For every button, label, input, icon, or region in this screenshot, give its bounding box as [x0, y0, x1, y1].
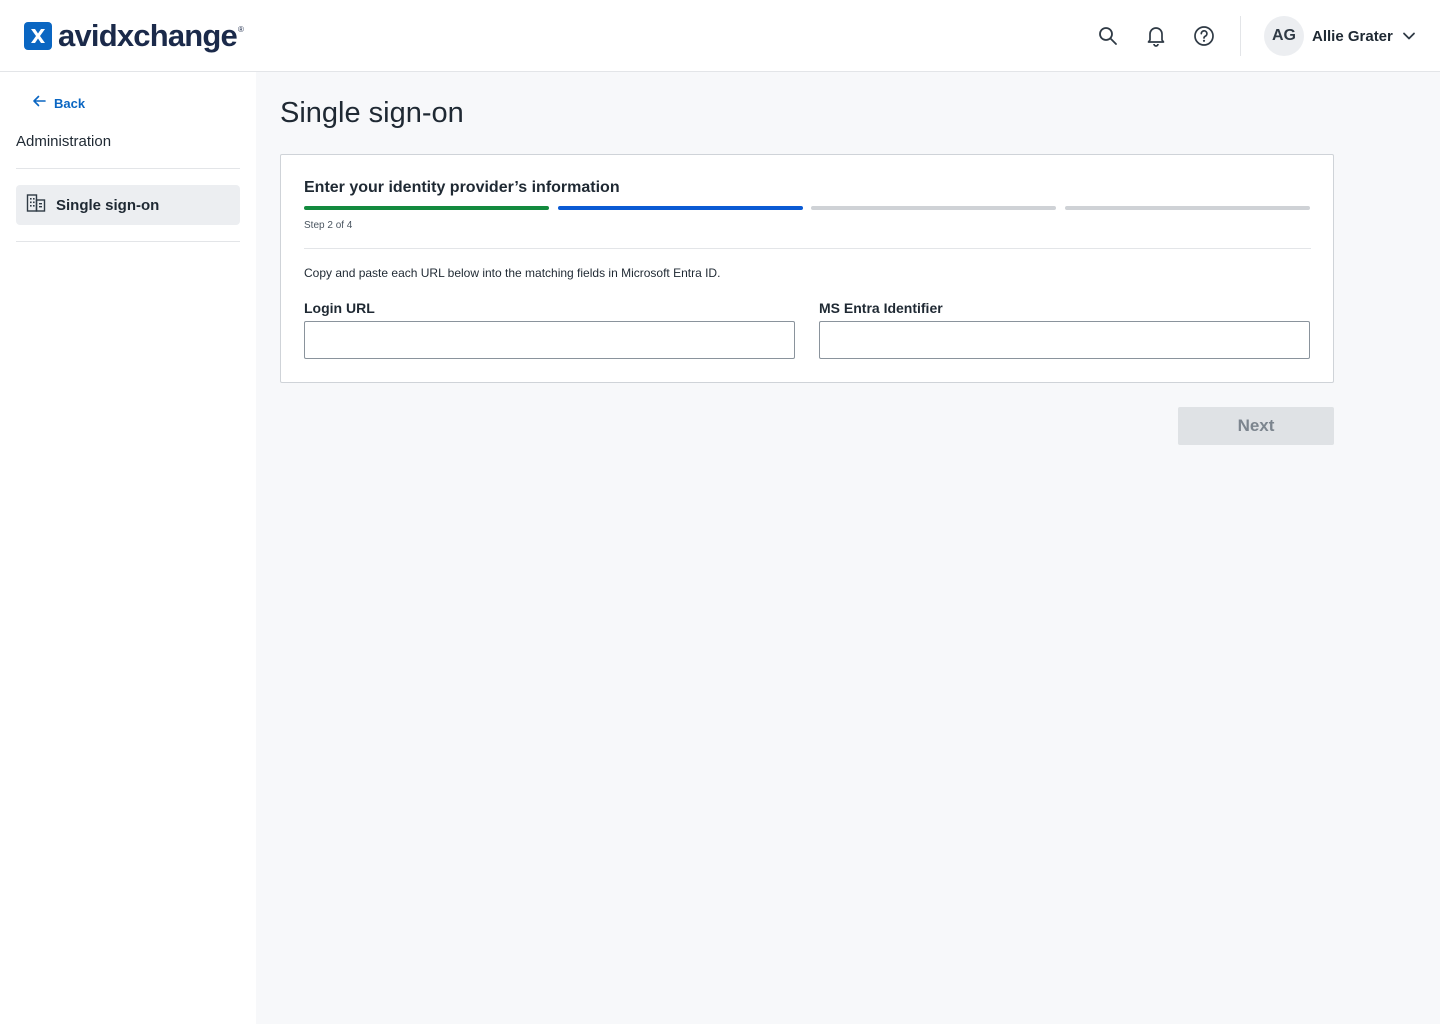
sidebar-item-single-sign-on[interactable]: Single sign-on — [16, 185, 240, 225]
step-4-progress — [1065, 206, 1310, 210]
help-icon[interactable] — [1192, 24, 1216, 48]
logo-registered-mark: ® — [238, 25, 244, 34]
ms-entra-identifier-label: MS Entra Identifier — [819, 300, 943, 316]
ms-entra-identifier-input[interactable] — [819, 321, 1310, 359]
avatar: AG — [1264, 16, 1304, 56]
sidebar-section-title: Administration — [16, 133, 112, 150]
login-url-input[interactable] — [304, 321, 795, 359]
step-2-progress — [558, 206, 803, 210]
sidebar-divider — [16, 168, 240, 169]
arrow-left-icon — [32, 94, 46, 113]
sidebar-item-label: Single sign-on — [56, 196, 160, 214]
header-divider — [1240, 16, 1241, 56]
page-title: Single sign-on — [280, 97, 464, 129]
step-3-progress — [811, 206, 1056, 210]
login-url-label: Login URL — [304, 300, 375, 316]
next-button[interactable]: Next — [1178, 407, 1334, 445]
sso-setup-card: Enter your identity provider’s informati… — [280, 154, 1334, 383]
logo-x-icon — [24, 22, 52, 50]
chevron-down-icon — [1401, 28, 1417, 44]
search-icon[interactable] — [1096, 24, 1120, 48]
back-link[interactable]: Back — [32, 94, 85, 113]
user-name: Allie Grater — [1312, 27, 1393, 45]
logo-wordmark: avidxchange — [58, 18, 238, 53]
sidebar-divider — [16, 241, 240, 242]
card-divider — [304, 248, 1311, 249]
sidebar: Back Administration Single sign-on — [0, 72, 256, 1024]
avidxchange-logo[interactable]: avidxchange ® — [24, 20, 244, 52]
card-description: Copy and paste each URL below into the m… — [304, 266, 721, 280]
user-menu[interactable]: AG Allie Grater — [1264, 16, 1417, 56]
step-label: Step 2 of 4 — [304, 220, 353, 231]
card-title: Enter your identity provider’s informati… — [304, 179, 620, 196]
back-label: Back — [54, 96, 86, 111]
step-1-progress — [304, 206, 549, 210]
top-header: avidxchange ® AG Allie Grater — [0, 0, 1440, 72]
building-icon — [26, 193, 46, 218]
bell-icon[interactable] — [1144, 24, 1168, 48]
